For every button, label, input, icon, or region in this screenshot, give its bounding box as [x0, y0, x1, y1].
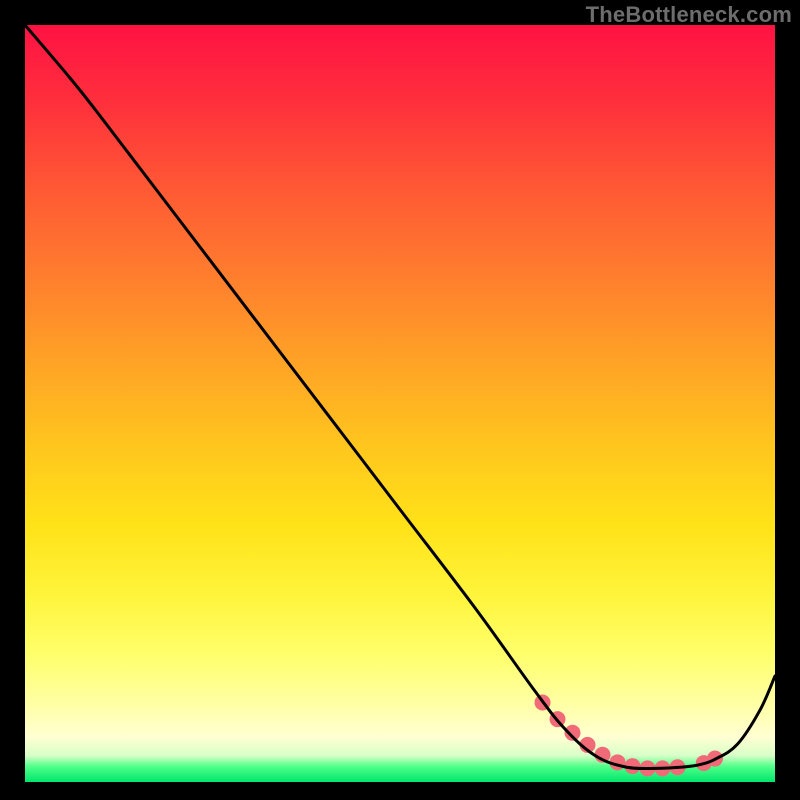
watermark-text: TheBottleneck.com — [586, 2, 792, 28]
plot-area — [25, 25, 775, 782]
chart-stage: TheBottleneck.com — [0, 0, 800, 800]
marker-group — [535, 695, 724, 777]
chart-svg — [25, 25, 775, 782]
bottleneck-curve — [25, 25, 775, 769]
